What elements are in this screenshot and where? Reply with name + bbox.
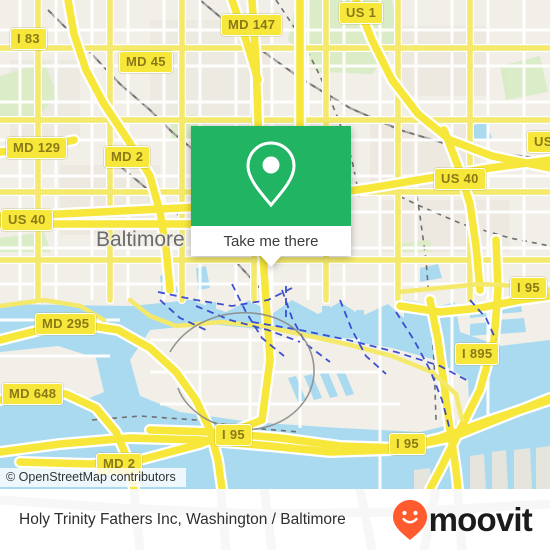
location-popup[interactable]: Take me there [191,126,351,267]
road-shield-md-129: MD 129 [6,137,68,159]
road-shield-md-2-north: MD 2 [104,146,151,168]
map-pin-icon [243,139,299,214]
moovit-pin-smiley-icon [392,499,427,540]
road-shield-us-edge: US [527,131,550,153]
road-shield-us-40-west: US 40 [1,209,53,231]
road-shield-i-83: I 83 [10,28,47,50]
road-shield-md-648: MD 648 [2,383,64,405]
road-shield-md-45: MD 45 [119,51,173,73]
road-shield-us-40-east: US 40 [434,168,486,190]
map-canvas[interactable]: Baltimore MD 147 US 1 I 83 MD 45 MD 129 … [0,0,550,489]
popup-action-panel[interactable]: Take me there [191,226,351,267]
road-shield-us-1: US 1 [339,2,384,24]
card-footer: Holy Trinity Fathers Inc, Washington / B… [0,489,550,550]
road-shield-md-295: MD 295 [35,313,97,335]
moovit-wordmark: moovit [428,501,533,538]
road-shield-i-95-east: I 95 [510,277,547,299]
road-shield-i-95-south-west: I 95 [215,424,252,446]
place-title: Holy Trinity Fathers Inc, Washington / B… [19,510,346,528]
road-shield-md-147: MD 147 [221,14,283,36]
popup-pointer [260,255,282,267]
take-me-there-label: Take me there [223,232,319,250]
moovit-place-card: Baltimore MD 147 US 1 I 83 MD 45 MD 129 … [0,0,550,550]
road-shield-i-95-south-east: I 95 [389,433,426,455]
map-attribution[interactable]: © OpenStreetMap contributors [0,468,186,487]
popup-icon-panel [191,126,351,226]
place-label-baltimore: Baltimore [96,228,185,251]
road-shield-i-895: I 895 [455,343,500,365]
moovit-brand[interactable]: moovit [392,489,533,550]
